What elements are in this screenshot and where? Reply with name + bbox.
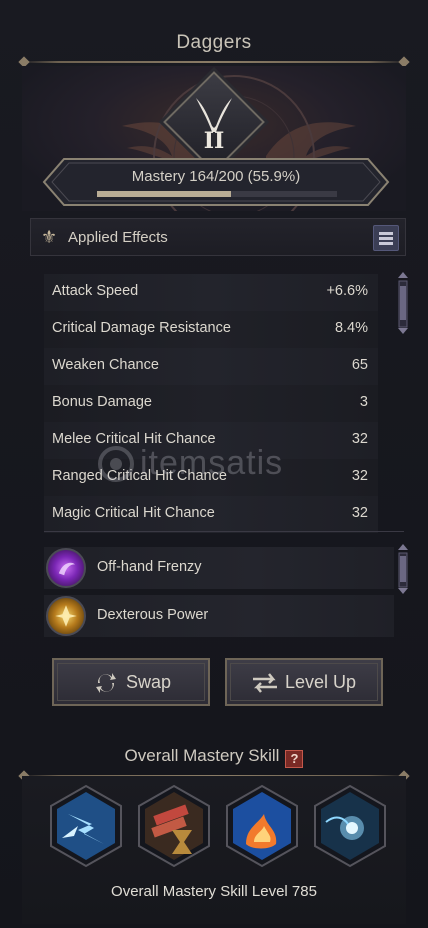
rank-numeral: II	[203, 128, 225, 154]
stat-value: 65	[351, 357, 368, 373]
list-item[interactable]: Off-hand Frenzy	[44, 547, 394, 589]
stat-name: Bonus Damage	[52, 394, 152, 410]
stat-row: Critical Damage Resistance 8.4%	[44, 311, 378, 348]
stat-name: Magic Critical Hit Chance	[52, 505, 215, 521]
swap-label: Swap	[126, 672, 172, 692]
level-up-label: Level Up	[285, 672, 357, 692]
level-up-button[interactable]: Level Up	[225, 658, 383, 706]
swap-icon	[96, 673, 116, 693]
flame-burst-icon[interactable]	[224, 784, 300, 868]
title-divider	[18, 56, 410, 68]
mastery-fill	[97, 191, 232, 197]
passive-skills-list: Off-hand Frenzy Dexterous Power	[44, 547, 394, 643]
stat-name: Critical Damage Resistance	[52, 320, 231, 336]
stat-row: Attack Speed +6.6%	[44, 274, 378, 311]
stat-value: 3	[359, 394, 368, 410]
mastery-label: Mastery 164/200 (55.9%)	[131, 168, 301, 185]
dynamite-hourglass-icon[interactable]	[136, 784, 212, 868]
skill-name: Off-hand Frenzy	[97, 559, 202, 575]
skills-scrollbar[interactable]	[397, 544, 409, 594]
overall-mastery-level: Overall Mastery Skill Level 785	[111, 883, 317, 900]
swap-button[interactable]: Swap	[52, 658, 210, 706]
overall-mastery-label: Overall Mastery Skill	[124, 746, 280, 765]
watermark-text: itemsatis	[140, 444, 284, 482]
mastery-window: Daggers II Mastery 164/200 (55.9%) ⚜ App…	[0, 0, 428, 928]
watermark: itemsatis	[96, 440, 336, 488]
list-item[interactable]: Dexterous Power	[44, 595, 394, 637]
stat-name: Attack Speed	[52, 283, 139, 299]
exchange-arrows-icon	[253, 673, 277, 693]
mastery-track	[97, 191, 337, 197]
stat-value: 32	[351, 505, 368, 521]
skill-name: Dexterous Power	[97, 607, 209, 623]
stat-name: Weaken Chance	[52, 357, 159, 373]
stat-row: Weaken Chance 65	[44, 348, 378, 385]
stats-list: Attack Speed +6.6% Critical Damage Resis…	[44, 274, 378, 533]
help-icon[interactable]: ?	[285, 750, 304, 768]
section-divider	[44, 531, 404, 532]
stat-row: Bonus Damage 3	[44, 385, 378, 422]
stat-value: 32	[351, 431, 368, 447]
lightning-shatter-icon[interactable]	[48, 784, 124, 868]
spirit-orb-icon[interactable]	[312, 784, 388, 868]
overall-mastery-title: Overall Mastery Skill?	[0, 746, 428, 768]
stat-value: 32	[351, 468, 368, 484]
applied-effects-label: Applied Effects	[68, 229, 168, 246]
applied-effects-header: ⚜ Applied Effects	[30, 218, 406, 256]
watermark-logo-icon	[98, 446, 134, 482]
stat-value: 8.4%	[334, 320, 368, 336]
purple-frenzy-icon	[46, 548, 86, 588]
stat-value: +6.6%	[326, 283, 368, 299]
list-view-button[interactable]	[373, 225, 399, 251]
mastery-progress: Mastery 164/200 (55.9%)	[42, 157, 390, 207]
stat-row: Magic Critical Hit Chance 32	[44, 496, 378, 533]
window-title: Daggers	[176, 32, 252, 53]
stats-scrollbar[interactable]	[397, 272, 409, 334]
fleur-de-lis-icon: ⚜	[41, 227, 58, 247]
gold-power-icon	[46, 596, 86, 636]
